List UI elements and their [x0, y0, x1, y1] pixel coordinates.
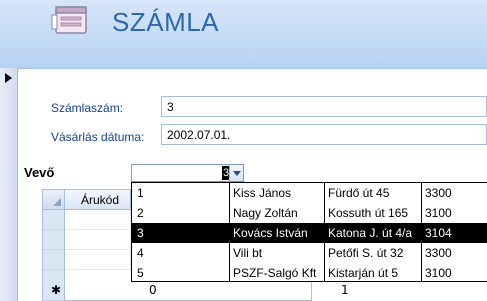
row-selector[interactable]	[43, 250, 65, 270]
table-cell[interactable]	[65, 250, 131, 270]
new-row-second-value[interactable]: 1	[341, 283, 349, 297]
list-item[interactable]: 4 Vili bt Petőfi S. út 32 3300	[132, 243, 487, 263]
vevo-combo-box[interactable]: 3	[131, 164, 244, 182]
arukod-column-header[interactable]: Árukód	[65, 190, 131, 210]
vasarlas-datuma-field[interactable]: 2002.07.01.	[161, 124, 487, 145]
list-item-cell: 5	[137, 266, 144, 280]
list-item-cell: 3100	[425, 206, 452, 220]
szamlaszam-field[interactable]: 3	[161, 96, 487, 117]
column-divider	[421, 183, 422, 281]
list-item-cell: Kistarján út 5	[328, 266, 399, 280]
column-divider	[324, 183, 325, 281]
list-item-cell: 4	[137, 246, 144, 260]
record-selector[interactable]	[0, 68, 18, 301]
current-record-arrow-icon	[5, 73, 12, 83]
list-item-cell: Vili bt	[233, 246, 263, 260]
new-record-star-icon: ✱	[51, 283, 62, 297]
list-item-cell: Fürdő út 45	[328, 186, 390, 200]
vevo-label: Vevő	[24, 165, 55, 180]
list-item-cell: Kossuth út 165	[328, 206, 409, 220]
list-item[interactable]: 2 Nagy Zoltán Kossuth út 165 3100	[132, 203, 487, 223]
chevron-down-icon[interactable]	[229, 165, 243, 181]
list-item-cell: Petőfi S. út 32	[328, 246, 404, 260]
list-item-cell: 3	[137, 226, 144, 240]
column-divider	[229, 183, 230, 281]
table-cell[interactable]	[65, 210, 131, 230]
list-item-cell: 2	[137, 206, 144, 220]
row-selector[interactable]	[43, 230, 65, 250]
list-item-selected[interactable]: 3 Kovács István Katona J. út 4/a 3104	[132, 223, 487, 243]
vevo-dropdown-list[interactable]: 1 Kiss János Fürdő út 45 3300 2 Nagy Zol…	[131, 182, 487, 282]
list-item-cell: Nagy Zoltán	[233, 206, 298, 220]
form-title: SZÁMLA	[112, 7, 220, 37]
list-item[interactable]: 5 PSZF-Salgó Kft Kistarján út 5 3100	[132, 263, 487, 283]
list-item-cell: 1	[137, 186, 144, 200]
szamlaszam-label: Számlaszám:	[51, 101, 124, 115]
select-all-corner[interactable]	[43, 190, 65, 210]
list-item-cell: 3300	[425, 246, 452, 260]
vasarlas-datuma-label: Vásárlás dátuma:	[51, 130, 145, 144]
list-item-cell: 3100	[425, 266, 452, 280]
list-item-cell: Kovács István	[233, 226, 308, 240]
row-selector[interactable]	[43, 210, 65, 230]
list-item[interactable]: 1 Kiss János Fürdő út 45 3300	[132, 183, 487, 203]
new-row-arukod-value[interactable]: 0	[149, 283, 157, 297]
list-item-cell: 3104	[425, 226, 452, 240]
table-cell[interactable]	[65, 230, 131, 250]
list-item-cell: 3300	[425, 186, 452, 200]
form-header: SZÁMLA	[0, 0, 487, 68]
list-item-cell: Katona J. út 4/a	[328, 226, 413, 240]
detail-divider	[18, 68, 487, 69]
list-item-cell: PSZF-Salgó Kft	[233, 266, 317, 280]
list-item-cell: Kiss János	[233, 186, 292, 200]
form-icon	[51, 6, 87, 34]
